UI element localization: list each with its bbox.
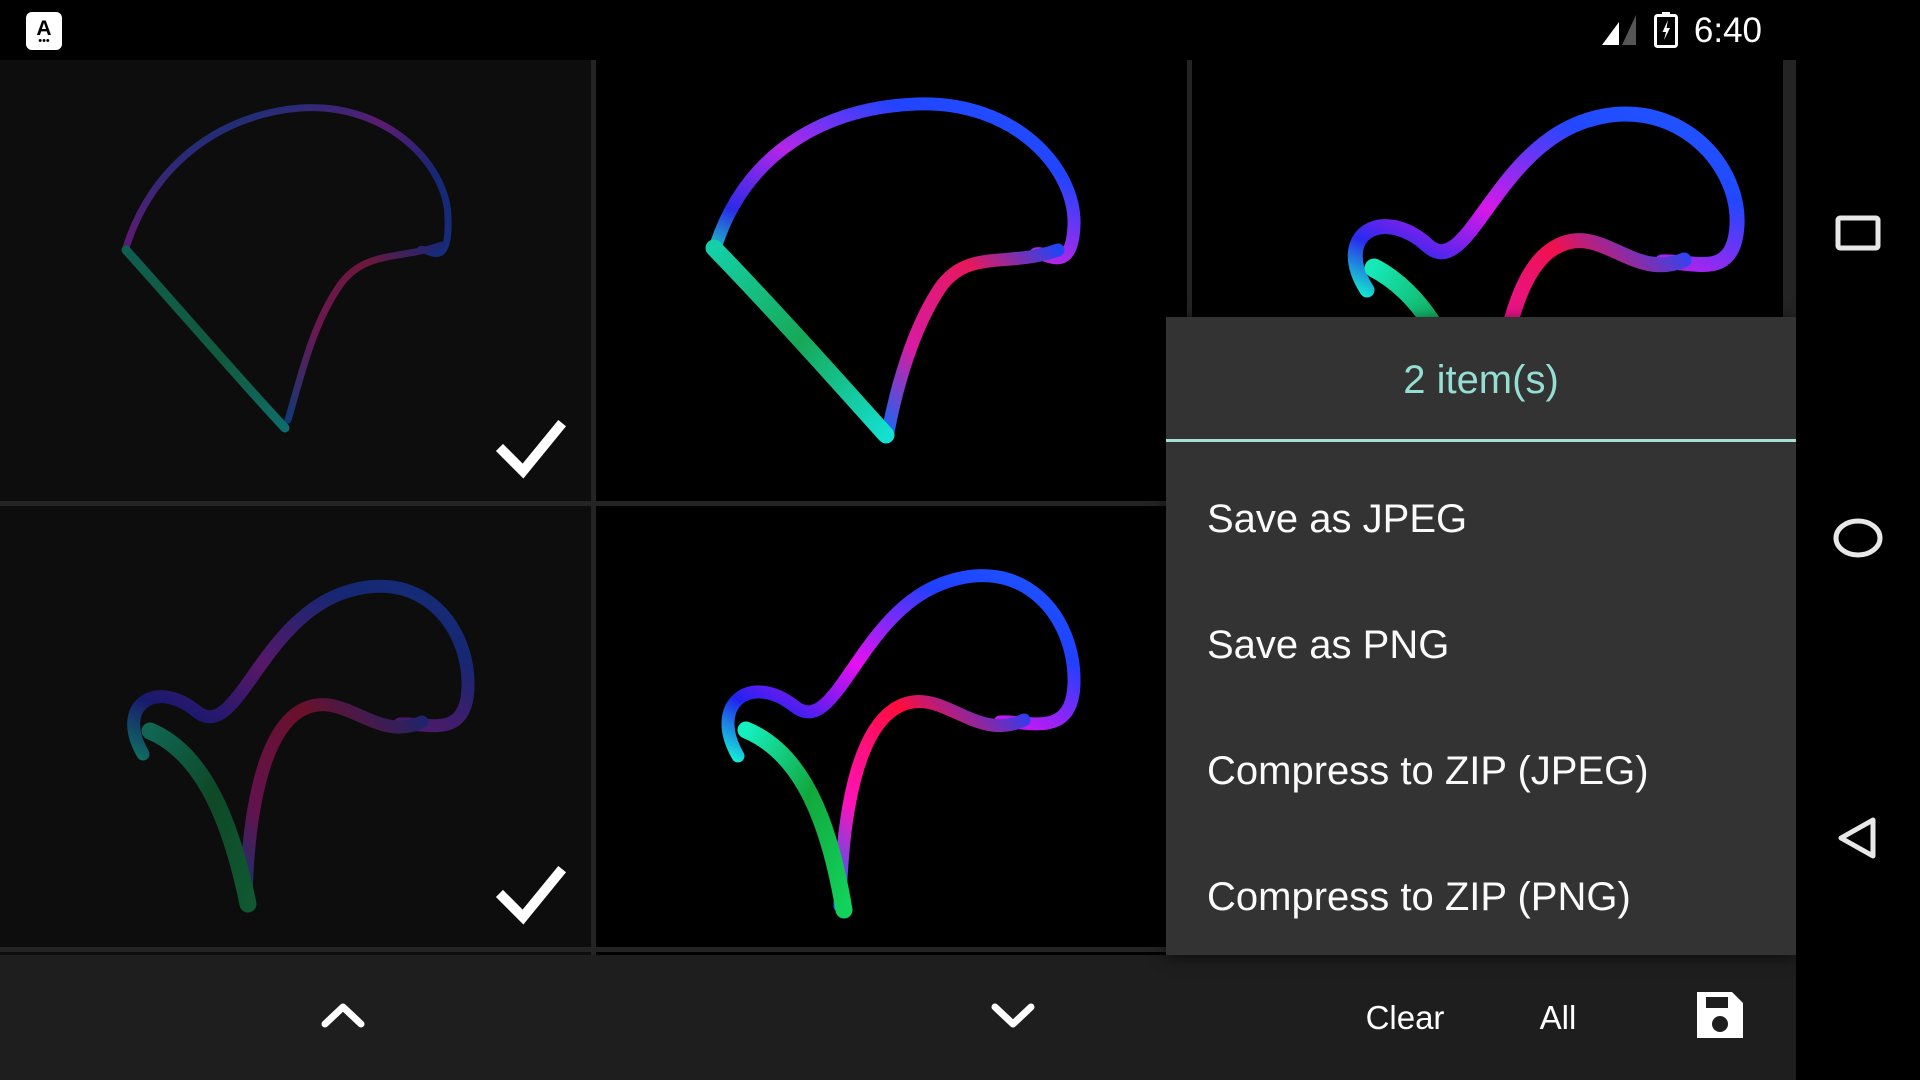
phone-screen: A ••• 6:40 Clear All 2 item(s) Save as J… [0, 0, 1920, 1080]
spiral-curve-2 [705, 97, 1081, 444]
check-icon [493, 857, 569, 933]
signal-bars-icon [1600, 13, 1638, 47]
menu-item-label: Compress to ZIP (JPEG) [1207, 749, 1649, 793]
menu-item-label: Save as PNG [1207, 623, 1450, 667]
menu-item-save-jpeg[interactable]: Save as JPEG [1166, 456, 1796, 582]
thumbnail-4[interactable] [0, 506, 591, 947]
save-options-popup: 2 item(s) Save as JPEG Save as PNG Compr… [1166, 317, 1796, 955]
status-bar: A ••• 6:40 [0, 0, 1796, 60]
menu-item-label: Save as JPEG [1207, 497, 1468, 541]
popup-header: 2 item(s) [1166, 317, 1796, 442]
battery-charging-icon [1653, 12, 1678, 48]
clear-button-label: Clear [1365, 999, 1445, 1036]
bottom-toolbar: Clear All [0, 955, 1796, 1080]
scroll-down-button[interactable] [918, 955, 1108, 1080]
chevron-down-icon [990, 1000, 1036, 1035]
app-icon-dots: ••• [38, 34, 50, 47]
menu-item-compress-zip-jpeg[interactable]: Compress to ZIP (JPEG) [1166, 708, 1796, 834]
popup-menu-list: Save as JPEG Save as PNG Compress to ZIP… [1166, 442, 1796, 960]
status-bar-right: 6:40 [1600, 0, 1796, 60]
triangle-back-icon [1835, 815, 1881, 866]
menu-item-save-png[interactable]: Save as PNG [1166, 582, 1796, 708]
scroll-up-button[interactable] [248, 955, 438, 1080]
select-all-button-label: All [1539, 999, 1577, 1036]
nav-recents-button[interactable] [1796, 200, 1920, 270]
spiral-curve-5 [721, 569, 1081, 919]
android-nav-bar [1796, 0, 1920, 1080]
thumbnail-1[interactable] [0, 60, 591, 501]
thumbnail-2[interactable] [596, 60, 1187, 501]
nav-home-button[interactable] [1796, 505, 1920, 575]
check-icon [493, 411, 569, 487]
save-button[interactable] [1660, 955, 1780, 1080]
status-bar-clock: 6:40 [1693, 10, 1762, 50]
nav-back-button[interactable] [1796, 805, 1920, 875]
floppy-disk-save-icon [1694, 989, 1746, 1046]
menu-item-label: Compress to ZIP (PNG) [1207, 875, 1631, 919]
clear-button[interactable]: Clear [1330, 955, 1480, 1080]
thumbnail-5[interactable] [596, 506, 1187, 947]
square-recents-icon [1835, 215, 1881, 256]
select-all-button[interactable]: All [1498, 955, 1618, 1080]
chevron-up-icon [320, 1000, 366, 1035]
app-letter-a-icon: A ••• [26, 12, 62, 50]
popup-title: 2 item(s) [1403, 357, 1559, 402]
circle-home-icon [1832, 517, 1884, 564]
menu-item-compress-zip-png[interactable]: Compress to ZIP (PNG) [1166, 834, 1796, 960]
